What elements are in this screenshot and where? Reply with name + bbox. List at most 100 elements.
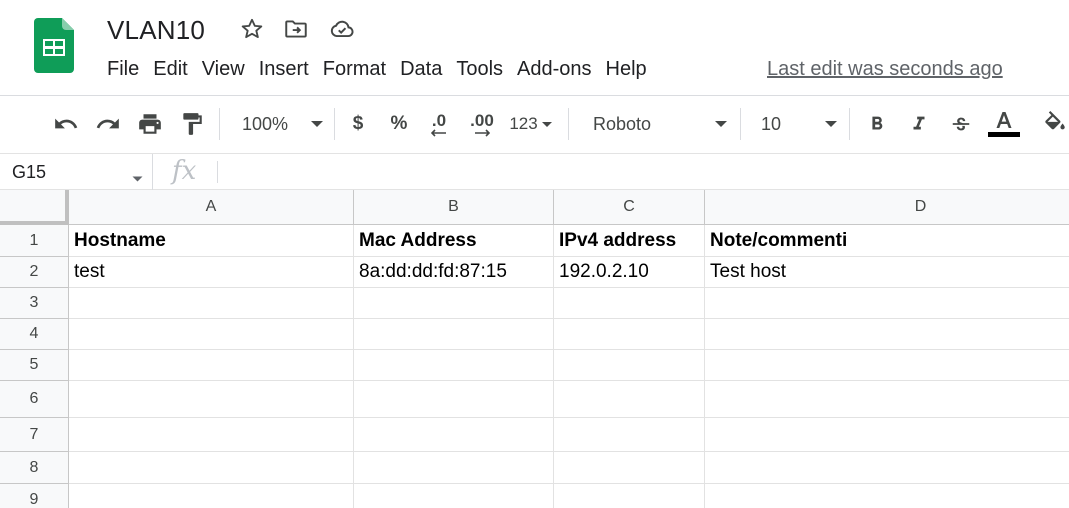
row-header-3[interactable]: 3 — [0, 288, 69, 319]
currency-format-button[interactable]: $ — [344, 108, 372, 140]
column-header-d[interactable]: D — [705, 190, 1069, 225]
cell-a1[interactable]: Hostname — [69, 225, 354, 257]
strikethrough-icon[interactable] — [946, 108, 976, 140]
row-header-9[interactable]: 9 — [0, 484, 69, 508]
menu-addons[interactable]: Add-ons — [510, 56, 599, 86]
cell-b3[interactable] — [354, 288, 554, 319]
toolbar-divider — [849, 108, 850, 140]
cell-d5[interactable] — [705, 350, 1069, 381]
font-family-value: Roboto — [593, 113, 652, 134]
cell-b7[interactable] — [354, 418, 554, 452]
column-header-c[interactable]: C — [554, 190, 705, 225]
select-all-corner[interactable] — [0, 190, 69, 225]
arrow-left-icon — [431, 128, 447, 137]
percent-format-button[interactable]: % — [385, 108, 413, 140]
name-box[interactable]: G15 — [0, 154, 153, 190]
toolbar-divider — [334, 108, 335, 140]
cell-a6[interactable] — [69, 381, 354, 418]
chevron-down-icon — [824, 120, 838, 128]
menu-help[interactable]: Help — [599, 56, 654, 86]
cell-d2[interactable]: Test host — [705, 257, 1069, 288]
cell-a3[interactable] — [69, 288, 354, 319]
redo-icon[interactable] — [92, 108, 124, 140]
cell-b2[interactable]: 8a:dd:dd:fd:87:15 — [354, 257, 554, 288]
formula-input[interactable] — [224, 158, 1064, 186]
formula-divider — [217, 161, 218, 183]
cell-a9[interactable] — [69, 484, 354, 508]
cell-d1[interactable]: Note/commenti — [705, 225, 1069, 257]
row-header-4[interactable]: 4 — [0, 319, 69, 350]
paint-format-icon[interactable] — [176, 108, 208, 140]
column-header-a[interactable]: A — [69, 190, 354, 225]
spreadsheet-grid: A B C D 1 2 3 4 5 6 7 8 9 Hostname Mac A… — [0, 190, 1069, 508]
sheets-logo-icon[interactable] — [34, 18, 74, 73]
cell-b9[interactable] — [354, 484, 554, 508]
font-family-select[interactable]: Roboto — [582, 108, 728, 140]
menu-format[interactable]: Format — [316, 56, 393, 86]
cell-a8[interactable] — [69, 452, 354, 484]
row-header-8[interactable]: 8 — [0, 452, 69, 484]
menu-file[interactable]: File — [100, 56, 146, 86]
cell-a4[interactable] — [69, 319, 354, 350]
row-header-1[interactable]: 1 — [0, 225, 69, 257]
cell-c5[interactable] — [554, 350, 705, 381]
cell-a5[interactable] — [69, 350, 354, 381]
cell-c8[interactable] — [554, 452, 705, 484]
cell-d8[interactable] — [705, 452, 1069, 484]
toolbar: 100% $ % .0 .00 123 Roboto 10 — [0, 96, 1069, 152]
cell-d6[interactable] — [705, 381, 1069, 418]
increase-decimal-button[interactable]: .00 — [464, 108, 500, 140]
menu-view[interactable]: View — [195, 56, 252, 86]
cell-a2[interactable]: test — [69, 257, 354, 288]
cell-c1[interactable]: IPv4 address — [554, 225, 705, 257]
cell-c2[interactable]: 192.0.2.10 — [554, 257, 705, 288]
decrease-decimal-button[interactable]: .0 — [423, 108, 455, 140]
cell-a7[interactable] — [69, 418, 354, 452]
chevron-down-icon — [310, 120, 324, 128]
cell-b4[interactable] — [354, 319, 554, 350]
row-header-6[interactable]: 6 — [0, 381, 69, 418]
cloud-saved-icon[interactable] — [329, 16, 355, 42]
italic-icon[interactable] — [904, 108, 934, 140]
cell-c6[interactable] — [554, 381, 705, 418]
cell-d9[interactable] — [705, 484, 1069, 508]
zoom-select[interactable]: 100% — [232, 108, 324, 140]
zoom-value: 100% — [242, 113, 289, 134]
bold-icon[interactable] — [862, 108, 892, 140]
text-color-icon[interactable] — [986, 108, 1022, 140]
cell-b6[interactable] — [354, 381, 554, 418]
cell-b5[interactable] — [354, 350, 554, 381]
move-to-folder-icon[interactable] — [283, 16, 309, 42]
menu-insert[interactable]: Insert — [252, 56, 316, 86]
row-header-5[interactable]: 5 — [0, 350, 69, 381]
more-formats-button[interactable]: 123 — [506, 108, 556, 140]
cell-d4[interactable] — [705, 319, 1069, 350]
chevron-down-icon — [714, 120, 728, 128]
decrease-decimal-label: .0 — [431, 110, 447, 130]
text-color-swatch — [988, 132, 1020, 137]
cell-b1[interactable]: Mac Address — [354, 225, 554, 257]
menu-bar: File Edit View Insert Format Data Tools … — [100, 56, 654, 86]
cell-d3[interactable] — [705, 288, 1069, 319]
row-header-7[interactable]: 7 — [0, 418, 69, 452]
font-size-select[interactable]: 10 — [752, 108, 838, 140]
column-header-b[interactable]: B — [354, 190, 554, 225]
fill-color-icon[interactable] — [1040, 108, 1069, 140]
row-header-2[interactable]: 2 — [0, 257, 69, 288]
cell-c4[interactable] — [554, 319, 705, 350]
document-title[interactable]: VLAN10 — [107, 15, 205, 46]
last-edit-link[interactable]: Last edit was seconds ago — [767, 58, 1003, 81]
undo-icon[interactable] — [50, 108, 82, 140]
cell-c3[interactable] — [554, 288, 705, 319]
menu-tools[interactable]: Tools — [449, 56, 510, 86]
font-size-value: 10 — [761, 113, 782, 134]
cell-c7[interactable] — [554, 418, 705, 452]
increase-decimal-label: .00 — [470, 110, 494, 130]
cell-b8[interactable] — [354, 452, 554, 484]
cell-c9[interactable] — [554, 484, 705, 508]
star-icon[interactable] — [239, 16, 265, 42]
print-icon[interactable] — [134, 108, 166, 140]
menu-data[interactable]: Data — [393, 56, 449, 86]
menu-edit[interactable]: Edit — [146, 56, 194, 86]
cell-d7[interactable] — [705, 418, 1069, 452]
